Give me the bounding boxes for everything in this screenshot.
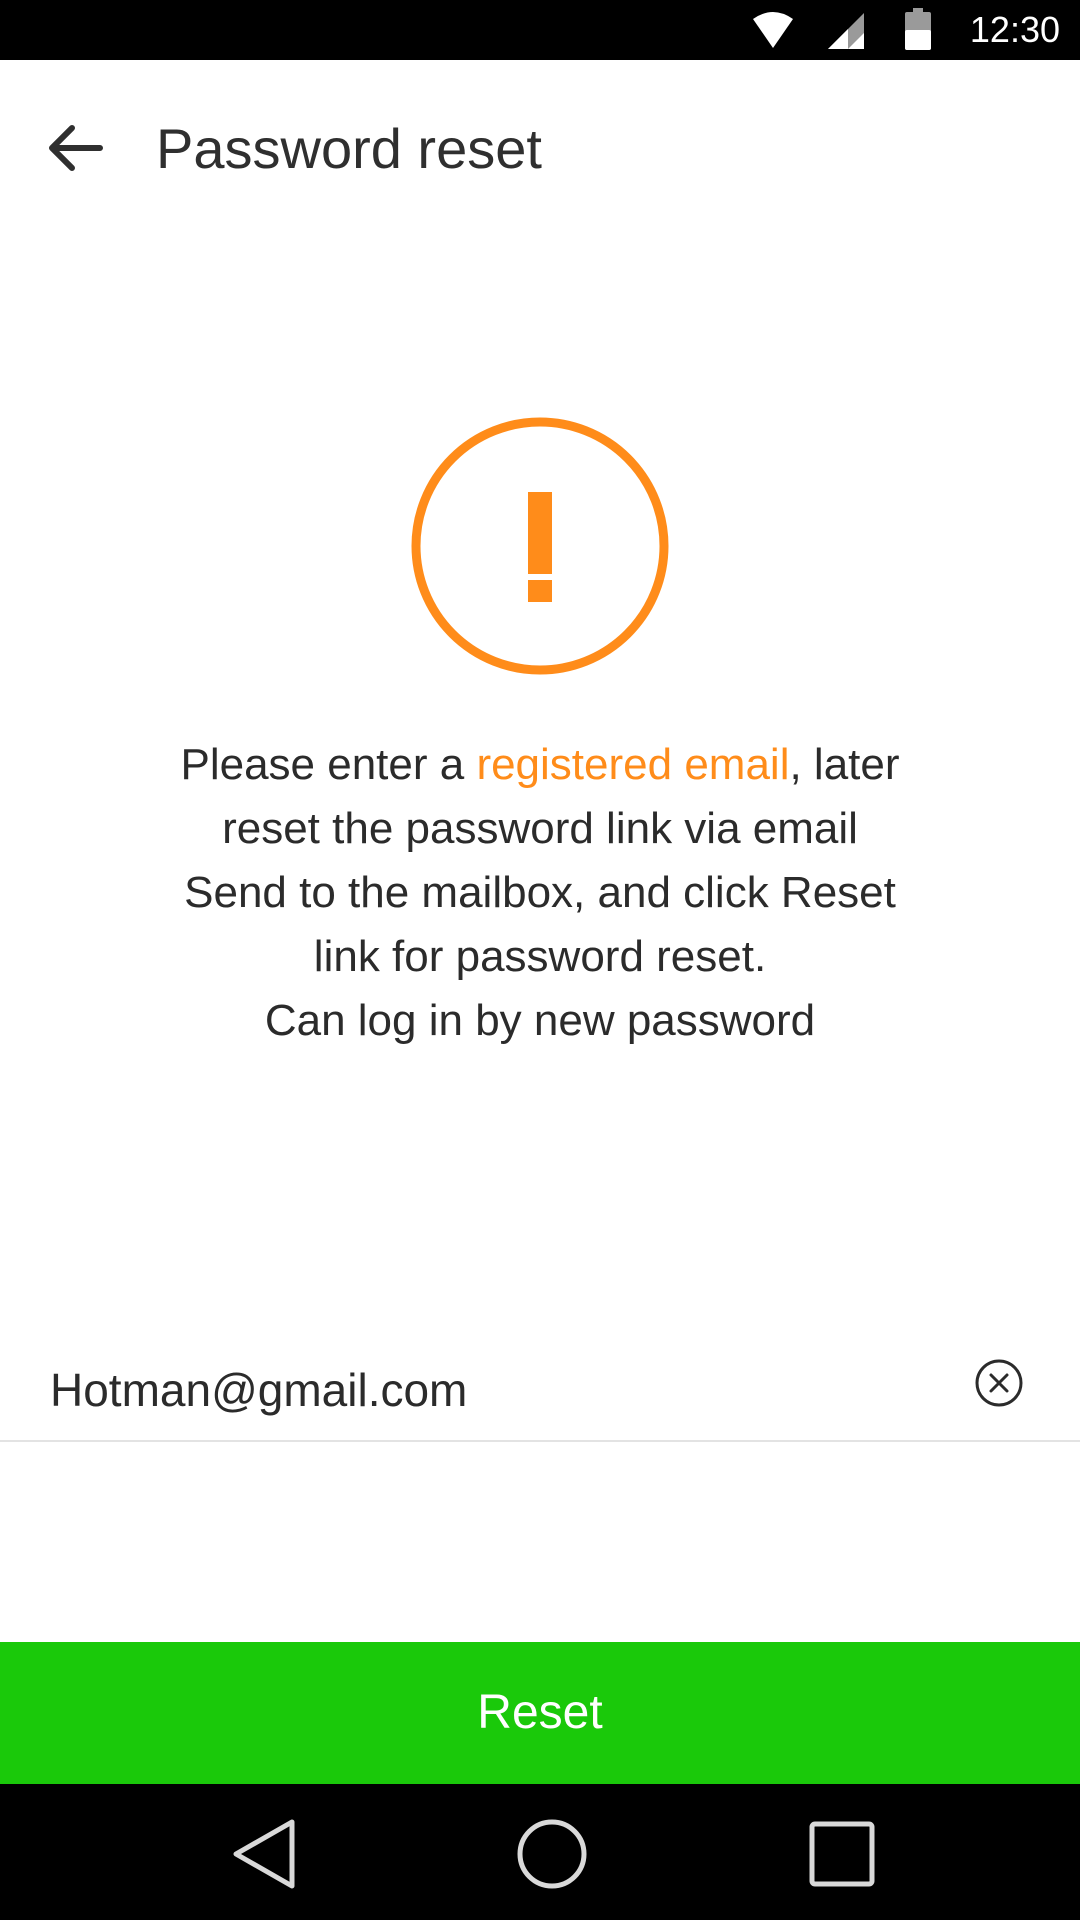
exclamation-circle-icon bbox=[411, 417, 669, 675]
registered-email-highlight: registered email bbox=[476, 740, 790, 789]
email-input[interactable] bbox=[50, 1340, 930, 1440]
message-text: Please enter a bbox=[180, 740, 477, 789]
battery-icon bbox=[905, 8, 931, 50]
nav-recents-icon[interactable] bbox=[804, 1816, 880, 1892]
message-line-3: Send to the mailbox, and click Reset bbox=[184, 868, 896, 917]
wifi-icon bbox=[753, 12, 793, 48]
instructions-message: Please enter a registered email, later r… bbox=[90, 733, 990, 1053]
status-time: 12:30 bbox=[969, 9, 1060, 50]
app-bar: Password reset bbox=[0, 60, 1080, 232]
message-line-5: Can log in by new password bbox=[264, 996, 816, 1045]
page-title: Password reset bbox=[156, 117, 542, 180]
password-reset-screen: 12:30 Password reset Please enter a regi… bbox=[0, 0, 1080, 1920]
arrow-left-icon[interactable] bbox=[38, 112, 110, 184]
message-line-1: Please enter a registered email, later bbox=[90, 733, 990, 797]
message-line-4: link for password reset. bbox=[313, 932, 767, 981]
message-line-2: reset the password link via email bbox=[222, 804, 858, 853]
nav-home-icon[interactable] bbox=[514, 1816, 590, 1892]
nav-back-icon[interactable] bbox=[226, 1816, 302, 1892]
cell-signal-icon bbox=[828, 13, 864, 49]
reset-button[interactable]: Reset bbox=[0, 1642, 1080, 1784]
status-bar: 12:30 bbox=[0, 0, 1080, 60]
message-text: , later bbox=[789, 740, 900, 789]
email-field bbox=[0, 1340, 1080, 1442]
clear-circle-icon[interactable] bbox=[974, 1358, 1024, 1408]
system-nav-bar bbox=[0, 1784, 1080, 1920]
